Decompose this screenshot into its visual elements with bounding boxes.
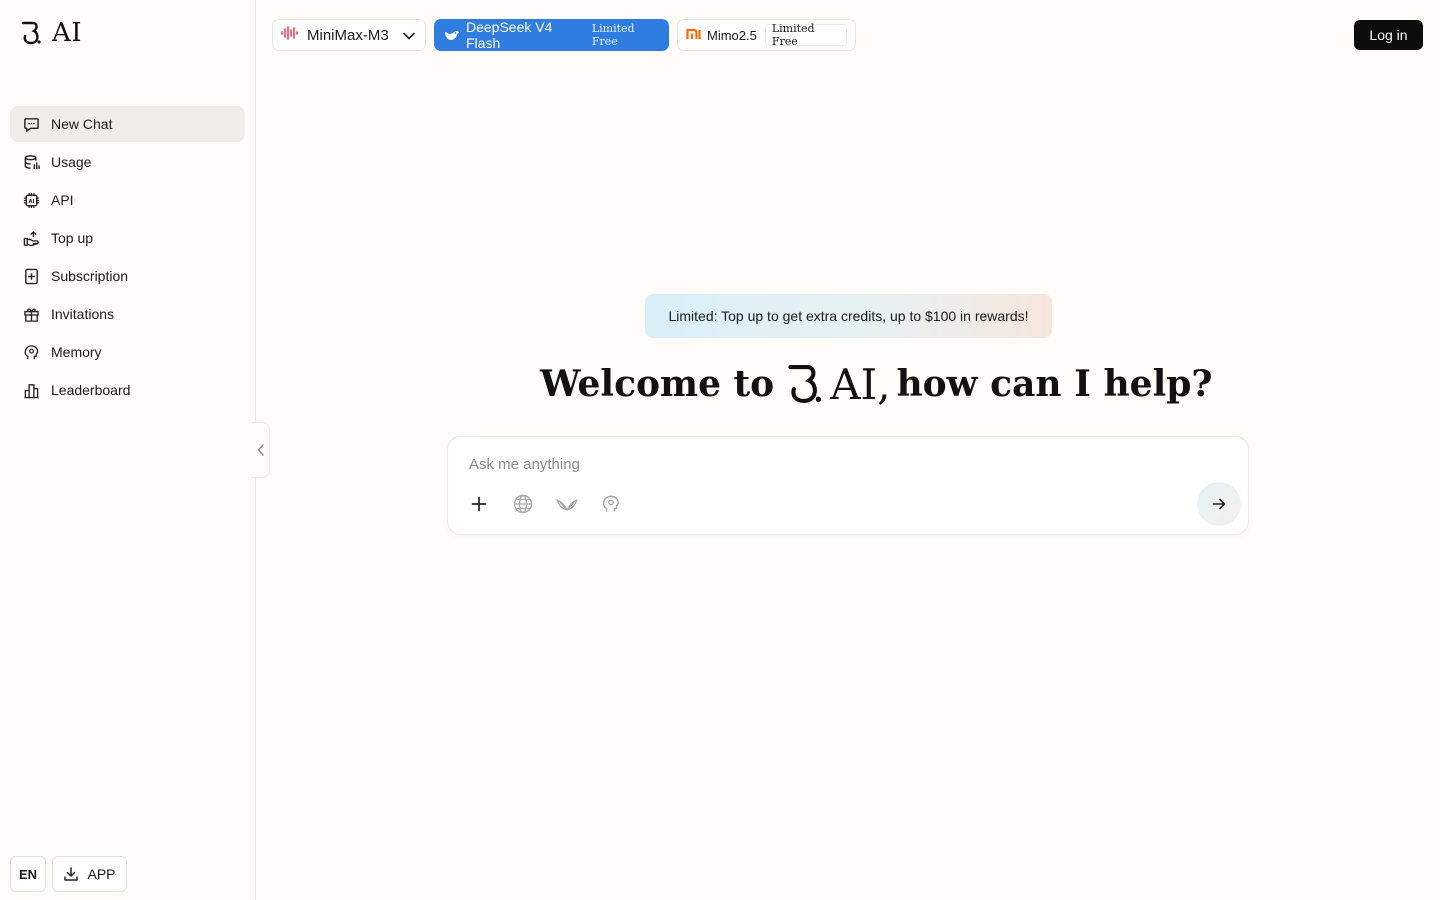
arrow-right-icon xyxy=(1212,498,1226,510)
sidebar-item-label: Usage xyxy=(51,154,92,170)
sidebar-item-invitations[interactable]: Invitations xyxy=(10,296,245,332)
brain-icon xyxy=(22,343,40,361)
app-logo[interactable]: AI xyxy=(20,18,82,48)
sidebar-item-new-chat[interactable]: New Chat xyxy=(10,106,245,142)
logo-mark-icon xyxy=(21,21,41,45)
brain-icon xyxy=(602,495,619,512)
attach-button[interactable] xyxy=(467,492,491,516)
leaderboard-icon xyxy=(22,381,40,399)
limited-free-badge: Limited Free xyxy=(591,22,635,48)
web-search-button[interactable] xyxy=(511,492,535,516)
sidebar-item-label: Subscription xyxy=(51,268,129,284)
download-app-label: APP xyxy=(87,866,116,882)
login-button[interactable]: Log in xyxy=(1354,20,1423,50)
database-icon xyxy=(22,153,40,171)
welcome-brand-text: AI, xyxy=(830,359,891,409)
promo-banner[interactable]: Limited: Top up to get extra credits, up… xyxy=(645,294,1052,338)
chat-composer xyxy=(447,436,1249,535)
deep-think-button[interactable] xyxy=(555,492,579,516)
limited-free-badge: Limited Free xyxy=(764,22,847,48)
plus-icon xyxy=(471,496,487,512)
app-brand-text: AI xyxy=(52,18,83,48)
welcome-heading: Welcome to AI, how can I help? xyxy=(540,356,1213,412)
logo-mark-icon xyxy=(788,365,822,403)
sidebar-item-api[interactable]: AI API xyxy=(10,182,245,218)
chat-input[interactable] xyxy=(467,453,1167,475)
welcome-brand: AI, xyxy=(784,360,890,409)
gift-icon xyxy=(22,305,40,323)
sidebar-item-label: API xyxy=(51,192,74,208)
language-button[interactable]: EN xyxy=(10,856,46,892)
globe-icon xyxy=(513,494,533,514)
sidebar: AI New Chat Usage AI API Top up Subscrip… xyxy=(0,0,256,900)
sidebar-item-label: Memory xyxy=(51,344,102,360)
minimax-icon xyxy=(281,25,299,45)
model-name: DeepSeek V4 Flash xyxy=(466,19,553,51)
chevron-left-icon xyxy=(257,444,264,456)
model-name: Mimo2.5 xyxy=(707,27,757,43)
model-selector-mimo[interactable]: Mimo2.5 Limited Free xyxy=(677,19,856,51)
subscription-icon xyxy=(22,267,40,285)
sidebar-item-subscription[interactable]: Subscription xyxy=(10,258,245,294)
send-button[interactable] xyxy=(1197,482,1241,526)
model-name: MiniMax-M3 xyxy=(307,26,389,44)
welcome-suffix: how can I help? xyxy=(896,363,1213,405)
sidebar-item-top-up[interactable]: Top up xyxy=(10,220,245,256)
svg-text:AI: AI xyxy=(28,198,34,204)
sidebar-item-label: Invitations xyxy=(51,306,115,322)
wings-icon xyxy=(556,499,578,511)
memory-toggle-button[interactable] xyxy=(599,492,623,516)
sidebar-collapse-toggle[interactable] xyxy=(252,422,270,478)
mi-icon xyxy=(686,28,701,43)
sidebar-nav: New Chat Usage AI API Top up Subscriptio… xyxy=(10,106,245,410)
sidebar-item-usage[interactable]: Usage xyxy=(10,144,245,180)
sidebar-item-leaderboard[interactable]: Leaderboard xyxy=(10,372,245,408)
deepseek-icon xyxy=(444,27,460,44)
chat-icon xyxy=(22,115,40,133)
chevron-down-icon xyxy=(403,27,415,44)
model-selector-minimax[interactable]: MiniMax-M3 xyxy=(272,19,426,51)
sidebar-item-label: Top up xyxy=(51,230,94,246)
welcome-prefix: Welcome to xyxy=(540,363,775,405)
sidebar-item-label: New Chat xyxy=(51,116,113,132)
sidebar-footer: EN APP xyxy=(10,856,127,892)
download-icon xyxy=(64,867,79,881)
download-app-button[interactable]: APP xyxy=(52,856,127,892)
sidebar-item-label: Leaderboard xyxy=(51,382,131,398)
wallet-icon xyxy=(22,229,40,247)
sidebar-item-memory[interactable]: Memory xyxy=(10,334,245,370)
chip-icon: AI xyxy=(22,191,40,209)
model-selector-deepseek[interactable]: DeepSeek V4 Flash Limited Free xyxy=(434,19,669,51)
